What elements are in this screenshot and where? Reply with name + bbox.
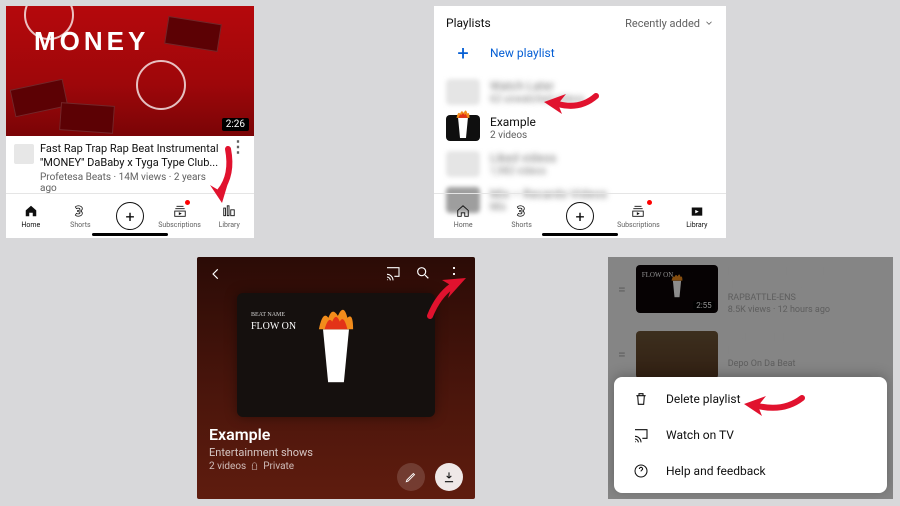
playlist-row-example[interactable]: Example2 videos [434, 110, 726, 146]
plus-icon: + [446, 40, 480, 66]
playlist-count: 2 videos [209, 461, 246, 472]
nav-create[interactable]: + [551, 194, 609, 238]
playlist-sub: 2 videos [490, 130, 536, 141]
download-icon [442, 470, 456, 484]
chevron-down-icon [704, 18, 714, 28]
nav-label: Subscriptions [158, 221, 201, 229]
delete-playlist-button[interactable]: Delete playlist [614, 381, 887, 417]
video-meta: Profetesa Beats · 14M views · 2 years ag… [40, 172, 224, 194]
playlist-row[interactable]: Liked videos1,982 videos [434, 146, 726, 182]
nav-home[interactable]: Home [6, 194, 56, 238]
playlist-privacy: Private [263, 461, 294, 472]
nav-shorts[interactable]: Shorts [56, 194, 106, 238]
edit-button[interactable] [397, 463, 425, 491]
playlist-video-row[interactable]: = FLOW ON2:55 Rap Freestyle Type Beat - … [608, 257, 893, 323]
video-channel: Depo On Da Beat [728, 359, 861, 369]
shorts-icon [73, 204, 87, 218]
cast-icon [632, 427, 650, 443]
playlist-title: Example [209, 425, 463, 444]
cast-button[interactable] [385, 265, 401, 285]
thumb-title: MONEY [34, 26, 149, 57]
panel-playlist-detail: ⋮ BEAT NAMEFLOW ON Example Entertainment… [197, 257, 475, 499]
plus-icon: + [116, 202, 144, 230]
channel-avatar[interactable] [14, 144, 34, 164]
lock-icon [250, 462, 259, 471]
search-icon [415, 265, 431, 281]
nav-home[interactable]: Home [434, 194, 492, 238]
download-button[interactable] [435, 463, 463, 491]
video-more-icon[interactable]: ⋮ [871, 331, 883, 379]
new-playlist-button[interactable]: + New playlist [434, 36, 726, 74]
video-title: (FREE FOR PROFIT USE) Lil Baby Type Beat… [728, 331, 861, 357]
video-thumbnail[interactable]: MONEY 2:26 [6, 6, 254, 136]
video-duration: 2:26 [222, 118, 249, 131]
nav-create[interactable]: + [105, 194, 155, 238]
notification-dot-icon [647, 200, 652, 205]
video-thumb: FLOW ON2:55 [636, 265, 718, 313]
more-button[interactable]: ⋮ [445, 270, 463, 280]
chevron-left-icon [209, 267, 223, 281]
nav-bar: Home Shorts + Subscriptions Library [6, 193, 254, 238]
nav-shorts[interactable]: Shorts [492, 194, 550, 238]
new-playlist-label: New playlist [490, 46, 555, 60]
video-duration: 2:55 [693, 301, 714, 310]
video-more-icon[interactable]: ⋮ [871, 265, 883, 315]
shorts-icon [515, 204, 529, 218]
search-button[interactable] [415, 265, 431, 285]
nav-subscriptions[interactable]: Subscriptions [609, 194, 667, 238]
video-channel: RAPBATTLE-ENS [728, 293, 861, 303]
playlists-header: Playlists [446, 16, 491, 30]
nav-label: Library [219, 221, 240, 229]
action-label: Help and feedback [666, 464, 766, 478]
nav-bar: Home Shorts + Subscriptions Library [434, 193, 726, 238]
nav-label: Home [21, 221, 40, 229]
video-meta: 8.5K views · 12 hours ago [728, 305, 861, 315]
help-feedback-button[interactable]: Help and feedback [614, 453, 887, 489]
action-label: Delete playlist [666, 392, 741, 406]
library-icon [690, 204, 704, 218]
nav-library[interactable]: Library [204, 194, 254, 238]
panel-playlist-actions: = FLOW ON2:55 Rap Freestyle Type Beat - … [608, 257, 893, 499]
nav-library[interactable]: Library [668, 194, 726, 238]
trash-icon [632, 391, 650, 407]
video-thumb [636, 331, 718, 379]
pencil-icon [404, 470, 418, 484]
drag-handle-icon[interactable]: = [618, 331, 626, 379]
nav-label: Shorts [70, 221, 90, 229]
sort-button[interactable]: Recently added [625, 17, 714, 30]
notification-dot-icon [185, 200, 190, 205]
tutorial-collage: MONEY 2:26 Fast Rap Trap Rap Beat Instru… [0, 0, 900, 506]
action-label: Watch on TV [666, 428, 734, 442]
help-icon [632, 463, 650, 479]
video-title[interactable]: Fast Rap Trap Rap Beat Instrumental ''MO… [40, 142, 224, 170]
video-more-icon[interactable]: ⋮ [230, 142, 246, 194]
playlist-subtitle: Entertainment shows [209, 446, 463, 459]
subscriptions-icon [631, 204, 645, 218]
plus-icon: + [566, 202, 594, 230]
cast-icon [385, 265, 401, 281]
playlist-cover: BEAT NAMEFLOW ON [237, 293, 435, 417]
sort-label: Recently added [625, 17, 700, 30]
watch-on-tv-button[interactable]: Watch on TV [614, 417, 887, 453]
home-icon [24, 204, 38, 218]
playlist-row[interactable]: Watch Later62 unwatched videos [434, 74, 726, 110]
library-icon [222, 204, 236, 218]
drag-handle-icon[interactable]: = [618, 265, 626, 315]
back-button[interactable] [209, 266, 223, 285]
action-sheet: Delete playlist Watch on TV Help and fee… [614, 377, 887, 493]
panel-youtube-video: MONEY 2:26 Fast Rap Trap Rap Beat Instru… [6, 6, 254, 238]
playlist-title: Example [490, 115, 536, 129]
nav-subscriptions[interactable]: Subscriptions [155, 194, 205, 238]
subscriptions-icon [173, 204, 187, 218]
panel-playlists: Playlists Recently added + New playlist … [434, 6, 726, 238]
home-indicator [92, 233, 168, 236]
video-title: Rap Freestyle Type Beat - "Fast" | Free … [728, 265, 861, 291]
playlist-thumb [446, 115, 480, 141]
home-indicator [542, 233, 618, 236]
home-icon [456, 204, 470, 218]
